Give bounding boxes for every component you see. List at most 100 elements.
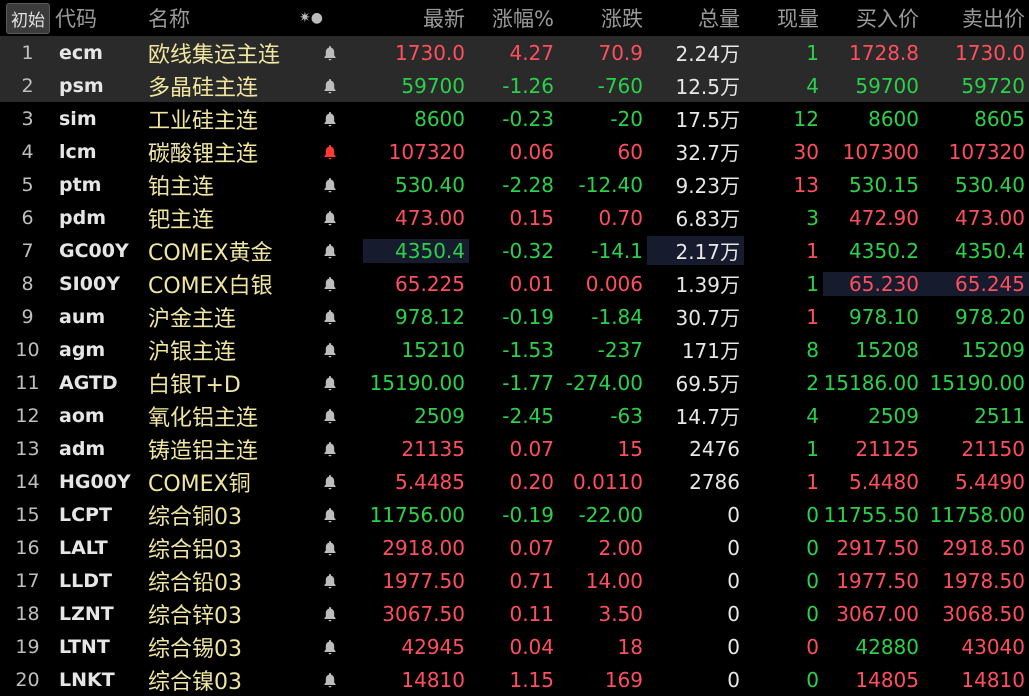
row-cur: 12 [793,106,819,131]
bell-icon[interactable] [297,672,363,688]
row-last: 2918.00 [382,535,465,560]
row-vol: 0 [727,502,740,527]
bell-icon[interactable] [297,111,363,127]
table-row[interactable]: 3 sim 工业硅主连 8600 -0.23 -20 17.5万 12 8600 8605 [0,102,1029,135]
row-last: 14810 [401,667,465,692]
bell-icon[interactable] [297,243,363,259]
row-ask: 1730.0 [955,40,1025,65]
table-row[interactable]: 6 pdm 钯主连 473.00 0.15 0.70 6.83万 3 472.90 473.00 [0,201,1029,234]
row-name: 沪金主连 [148,306,237,332]
row-index: 8 [21,272,34,295]
bell-icon[interactable] [297,639,363,655]
bell-icon[interactable] [297,309,363,325]
table-row[interactable]: 1 ecm 欧线集运主连 1730.0 4.27 70.9 2.24万 1 1728.8 1730… [0,36,1029,69]
col-name-header[interactable]: 名称 [148,3,297,33]
table-row[interactable]: 11 AGTD 白银T+D 15190.00 -1.77 -274.00 69.5万 2 151… [0,366,1029,399]
row-ask: 21150 [961,436,1025,461]
row-name: COMEX黄金 [148,240,273,266]
row-ask: 43040 [961,634,1025,659]
table-row[interactable]: 16 LALT 综合铝03 2918.00 0.07 2.00 0 0 2917.50 2918.… [0,531,1029,564]
col-bid-header[interactable]: 买入价 [823,3,923,33]
table-row[interactable]: 20 LNKT 综合镍03 14810 1.15 169 0 0 14805 14810 [0,663,1029,696]
table-row[interactable]: 5 ptm 铂主连 530.40 -2.28 -12.40 9.23万 13 530.15 530… [0,168,1029,201]
table-row[interactable]: 8 SI00Y COMEX白银 65.225 0.01 0.006 1.39万 1 65.230… [0,267,1029,300]
row-bid: 1728.8 [849,40,919,65]
table-row[interactable]: 13 adm 铸造铝主连 21135 0.07 15 2476 1 21125 21150 [0,432,1029,465]
row-vol: 32.7万 [675,141,740,165]
bell-icon[interactable] [297,408,363,424]
quote-rows: 1 ecm 欧线集运主连 1730.0 4.27 70.9 2.24万 1 1728.8 1730… [0,36,1029,696]
table-row[interactable]: 7 GC00Y COMEX黄金 4350.4 -0.32 -14.1 2.17万 1 4350.… [0,234,1029,267]
row-index: 2 [21,74,34,97]
row-pct: -0.32 [502,238,554,263]
row-bid: 21125 [855,436,919,461]
table-row[interactable]: 14 HG00Y COMEX铜 5.4485 0.20 0.0110 2786 1 5.4480… [0,465,1029,498]
col-cur-header[interactable]: 现量 [744,3,823,33]
bell-icon[interactable] [297,573,363,589]
row-pct: -2.45 [502,403,554,428]
table-row[interactable]: 2 psm 多晶硅主连 59700 -1.26 -760 12.5万 4 59700 59720 [0,69,1029,102]
row-bid: 530.15 [849,172,919,197]
table-row[interactable]: 17 LLDT 综合铅03 1977.50 0.71 14.00 0 0 1977.50 1978… [0,564,1029,597]
col-vol-header[interactable]: 总量 [647,3,744,33]
table-row[interactable]: 9 aum 沪金主连 978.12 -0.19 -1.84 30.7万 1 978.10 978.… [0,300,1029,333]
row-name: 综合锌03 [148,603,242,629]
row-vol: 0 [727,667,740,692]
row-index: 14 [15,470,40,493]
row-ask: 15209 [961,337,1025,362]
col-chg-header[interactable]: 涨跌 [558,3,647,33]
col-code-header[interactable]: 代码 [55,3,148,33]
row-last: 978.12 [395,304,465,329]
row-code: LLDT [59,569,112,592]
bell-icon[interactable] [297,507,363,523]
row-chg: -1.84 [591,304,643,329]
row-ask: 2918.50 [942,535,1025,560]
bell-icon[interactable] [297,375,363,391]
row-pct: 0.01 [509,271,554,296]
table-row[interactable]: 18 LZNT 综合锌03 3067.50 0.11 3.50 0 0 3067.00 3068.… [0,597,1029,630]
col-last-header[interactable]: 最新 [363,3,469,33]
row-last: 530.40 [395,172,465,197]
row-code: ecm [59,41,103,64]
bell-icon[interactable] [297,45,363,61]
row-cur: 0 [806,667,819,692]
bell-icon[interactable] [297,177,363,193]
row-chg: -14.1 [591,238,643,263]
init-button[interactable]: 初始 [6,2,50,34]
row-chg: -12.40 [578,172,643,197]
row-ask: 14810 [961,667,1025,692]
row-vol: 2476 [689,436,740,461]
row-last: 42945 [401,634,465,659]
bell-icon[interactable] [297,276,363,292]
row-index: 17 [15,569,40,592]
col-pct-header[interactable]: 涨幅% [469,3,558,33]
table-row[interactable]: 4 lcm 碳酸锂主连 107320 0.06 60 32.7万 30 107300 107320 [0,135,1029,168]
bell-icon[interactable] [297,144,363,160]
row-ask: 3068.50 [942,601,1025,626]
table-row[interactable]: 19 LTNT 综合锡03 42945 0.04 18 0 0 42880 43040 [0,630,1029,663]
col-ask-header[interactable]: 卖出价 [923,3,1029,33]
row-index: 4 [21,140,34,163]
row-code: LCPT [59,503,112,526]
bell-icon[interactable] [297,210,363,226]
bell-icon[interactable] [297,540,363,556]
bell-icon[interactable] [297,441,363,457]
row-name: 工业硅主连 [148,108,259,134]
row-code: pdm [59,206,106,229]
bell-icon[interactable] [297,474,363,490]
row-code: GC00Y [59,239,129,262]
header-icons[interactable]: ✷● [297,10,363,26]
table-row[interactable]: 15 LCPT 综合铜03 11756.00 -0.19 -22.00 0 0 11755.50… [0,498,1029,531]
row-chg: -274.00 [565,370,643,395]
header-row: 初始 代码 名称 ✷● 最新 涨幅% 涨跌 总量 现量 买入价 卖出价 [0,0,1029,36]
bell-icon[interactable] [297,606,363,622]
table-row[interactable]: 12 aom 氧化铝主连 2509 -2.45 -63 14.7万 4 2509 2511 [0,399,1029,432]
table-row[interactable]: 10 agm 沪银主连 15210 -1.53 -237 171万 8 15208 15209 [0,333,1029,366]
bell-icon[interactable] [297,78,363,94]
row-last: 15190.00 [369,370,465,395]
bell-icon[interactable] [297,342,363,358]
row-index: 1 [21,41,34,64]
row-chg: 0.006 [585,271,643,296]
row-ask: 2511 [974,403,1025,428]
row-pct: 0.20 [509,469,554,494]
